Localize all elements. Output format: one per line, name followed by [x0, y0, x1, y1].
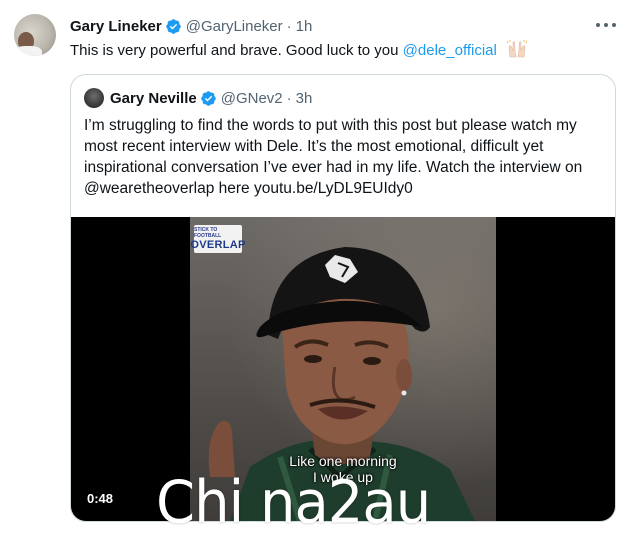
author-avatar[interactable]: [14, 14, 56, 56]
tweet[interactable]: Gary Lineker @GaryLineker · 1h This is v…: [0, 0, 634, 535]
avatar-shirt: [14, 46, 42, 56]
video-subtitle-line-1: Like one morning: [289, 453, 397, 469]
quoted-tweet-text: I’m struggling to find the words to put …: [84, 117, 583, 197]
logo-small-text: STICK TO FOOTBALL: [194, 227, 222, 239]
more-dot: [604, 23, 608, 27]
overlap-logo: STICK TO FOOTBALL OVERLAP: [190, 225, 245, 253]
quoted-author-name[interactable]: Gary Neville: [110, 90, 197, 107]
verified-badge-icon: [200, 90, 216, 106]
quoted-tweet-header: Gary Neville @GNev2 · 3h: [84, 88, 312, 108]
more-dot: [612, 23, 616, 27]
watermark: Chi na2au: [156, 468, 431, 535]
author-handle[interactable]: @GaryLineker: [186, 18, 283, 35]
quoted-tweet-timestamp[interactable]: 3h: [296, 90, 313, 107]
raised-hands-icon: [507, 40, 528, 58]
quoted-tweet[interactable]: Gary Neville @GNev2 · 3h I’m struggling …: [70, 74, 616, 522]
tweet-text-body: This is very powerful and brave. Good lu…: [70, 42, 403, 59]
more-dot: [596, 23, 600, 27]
quoted-author-handle[interactable]: @GNev2: [221, 90, 283, 107]
mention-link[interactable]: @dele_official: [403, 42, 497, 59]
quoted-author-avatar[interactable]: [84, 88, 104, 108]
more-options-icon[interactable]: [596, 18, 616, 32]
tweet-timestamp[interactable]: 1h: [296, 18, 313, 35]
tweet-header: Gary Lineker @GaryLineker · 1h: [70, 16, 312, 36]
separator-dot: ·: [286, 17, 292, 35]
tweet-text: This is very powerful and brave. Good lu…: [70, 40, 528, 61]
video-duration: 0:48: [83, 489, 118, 509]
verified-badge-icon: [165, 18, 181, 34]
author-name[interactable]: Gary Lineker: [70, 18, 162, 35]
separator-dot: ·: [286, 89, 292, 107]
logo-big-text: OVERLAP: [190, 239, 246, 251]
